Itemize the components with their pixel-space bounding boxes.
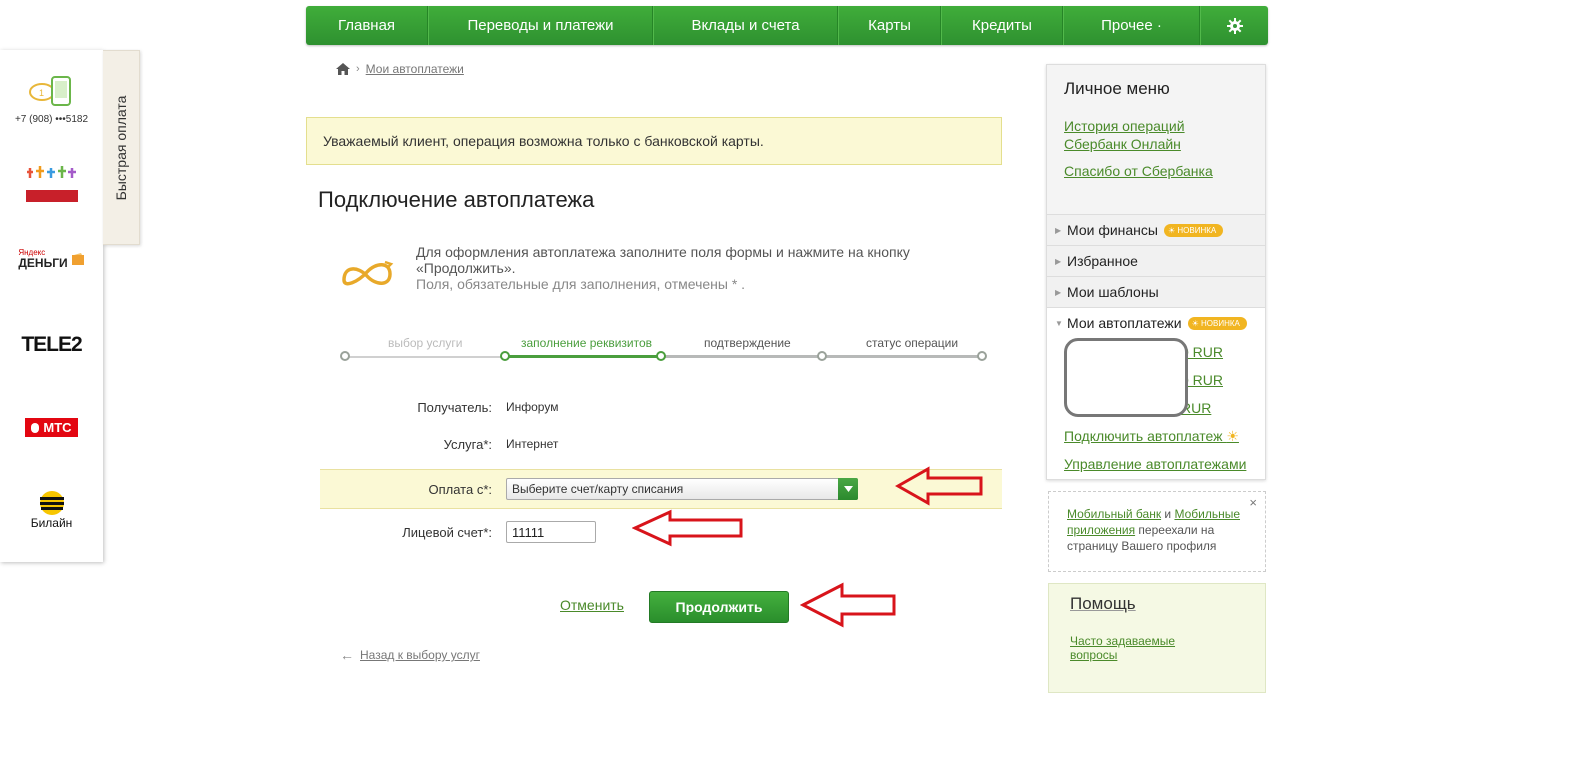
manage-autopay-link[interactable]: Управление автоплатежами [1064, 450, 1265, 478]
menu-item-finances-label: Мои финансы [1067, 222, 1158, 238]
intro-instructions: Для оформления автоплатежа заполните пол… [416, 244, 910, 276]
progress-steps: выбор услуги заполнение реквизитов подтв… [340, 336, 987, 366]
mobile-notice-and: и [1161, 507, 1175, 521]
account-input[interactable] [506, 521, 596, 543]
personal-menu-title: Личное меню [1064, 79, 1170, 98]
help-title[interactable]: Помощь [1070, 594, 1244, 614]
history-link[interactable]: История операций Сбербанк Онлайн [1064, 117, 1248, 153]
payfrom-select-value: Выберите счет/карту списания [512, 482, 684, 496]
nav-item-cards[interactable]: Карты [838, 6, 941, 45]
service-label: Услуга*: [443, 436, 492, 452]
step-dot [500, 351, 510, 361]
nav-item-deposits[interactable]: Вклады и счета [653, 6, 838, 45]
step-select-service: выбор услуги [388, 336, 463, 350]
menu-item-autopayments-label: Мои автоплатежи [1067, 315, 1182, 331]
step-line [345, 356, 505, 358]
chevron-right-icon: › [356, 63, 360, 75]
menu-item-favorites[interactable]: ▶ Избранное [1047, 246, 1265, 277]
annotation-arrow-icon [800, 582, 896, 628]
breadcrumb: › Мои автоплатежи [336, 62, 464, 76]
arrow-left-icon: ← [340, 647, 354, 663]
sun-icon: ☀ [1226, 428, 1239, 444]
recipient-value: Инфорум [506, 400, 559, 414]
continue-button[interactable]: Продолжить [649, 591, 789, 623]
mobile-bank-link[interactable]: Мобильный банк [1067, 507, 1161, 521]
settings-button[interactable] [1200, 6, 1268, 45]
mobile-phone-icon[interactable]: 1 [28, 76, 74, 111]
nav-item-credits[interactable]: Кредиты [941, 6, 1063, 45]
payfrom-label: Оплата с*: [428, 481, 492, 497]
quick-pay-panel: 1 +7 (908) •••5182 Яндекс ДЕНЬГИ TELE2 М… [0, 50, 103, 562]
annotation-arrow-icon [895, 466, 983, 506]
required-fields-note: Поля, обязательные для заполнения, отмеч… [416, 276, 746, 292]
beeline-label: Билайн [30, 516, 73, 530]
personal-menu: Личное меню История операций Сбербанк Он… [1046, 64, 1266, 480]
nav-item-home[interactable]: Главная [306, 6, 428, 45]
step-dot [340, 351, 350, 361]
card-only-notice: Уважаемый клиент, операция возможна толь… [306, 117, 1002, 165]
intro-text: Для оформления автоплатежа заполните пол… [416, 244, 976, 292]
service-row: Услуга*: Интернет [320, 434, 1002, 454]
mts-logo[interactable]: МТС [0, 418, 103, 437]
main-nav: Главная Переводы и платежи Вклады и счет… [306, 6, 1268, 45]
triangle-right-icon: ▶ [1055, 225, 1062, 235]
step-line [661, 355, 822, 358]
help-box: Помощь Часто задаваемые вопросы [1048, 583, 1266, 693]
menu-item-favorites-label: Избранное [1067, 253, 1138, 269]
breadcrumb-autopayments-link[interactable]: Мои автоплатежи [366, 62, 464, 76]
menu-item-autopayments[interactable]: ▼ Мои автоплатежи ☀ НОВИНКА [1055, 308, 1265, 338]
recipient-label: Получатель: [417, 399, 492, 415]
step-confirm: подтверждение [704, 336, 791, 350]
home-icon[interactable] [336, 63, 350, 75]
faq-link[interactable]: Часто задаваемые вопросы [1070, 634, 1190, 662]
step-status: статус операции [866, 336, 959, 350]
triangle-right-icon: ▶ [1055, 287, 1062, 297]
connect-autopay-link[interactable]: Подключить автоплатеж ☀ [1064, 422, 1265, 450]
payfrom-select[interactable]: Выберите счет/карту списания [506, 478, 858, 500]
step-fill-details: заполнение реквизитов [521, 336, 653, 350]
back-link-row: ← Назад к выбору услуг [340, 647, 480, 663]
step-line-active [505, 355, 661, 358]
spasibo-link[interactable]: Спасибо от Сбербанка [1064, 162, 1248, 180]
menu-item-templates-label: Мои шаблоны [1067, 284, 1159, 300]
triangle-down-icon: ▼ [1055, 318, 1063, 328]
service-value: Интернет [506, 437, 559, 451]
quick-pay-tab-label: Быстрая оплата [113, 95, 129, 200]
autopay-infinity-icon [342, 260, 394, 286]
step-dot [977, 351, 987, 361]
new-badge: ☀ НОВИНКА [1187, 316, 1247, 330]
dropdown-arrow-icon[interactable] [838, 478, 858, 500]
step-dot [817, 351, 827, 361]
tele2-label: TELE2 [21, 333, 82, 356]
tele2-logo[interactable]: TELE2 [0, 333, 103, 357]
annotation-arrow-icon [632, 509, 743, 547]
redaction-box [1064, 338, 1188, 417]
page-title: Подключение автоплатежа [318, 187, 595, 212]
cancel-link[interactable]: Отменить [560, 597, 624, 613]
dengi-label: ДЕНЬГИ [18, 256, 68, 270]
account-label: Лицевой счет*: [402, 524, 492, 540]
step-line [822, 355, 982, 358]
close-icon[interactable]: × [1249, 495, 1257, 511]
mobile-bank-notice: × Мобильный банк и Мобильные приложения … [1048, 491, 1266, 572]
quick-pay-tab[interactable]: Быстрая оплата [103, 50, 140, 245]
menu-item-templates[interactable]: ▶ Мои шаблоны [1047, 277, 1265, 308]
recipient-row: Получатель: Инфорум [320, 397, 1002, 417]
gear-icon [1226, 17, 1243, 34]
new-badge: ☀ НОВИНКА [1163, 223, 1224, 237]
quick-pay-phone[interactable]: +7 (908) •••5182 [0, 114, 103, 125]
yandex-money-logo[interactable]: Яндекс ДЕНЬГИ [0, 248, 103, 269]
back-to-services-link[interactable]: Назад к выбору услуг [360, 648, 480, 662]
mts-label: МТС [25, 418, 78, 437]
nav-item-other[interactable]: Прочее · [1063, 6, 1200, 45]
triangle-right-icon: ▶ [1055, 256, 1062, 266]
step-dot [656, 351, 666, 361]
charity-logo[interactable] [0, 162, 103, 206]
svg-text:1: 1 [39, 88, 44, 98]
beeline-logo[interactable]: Билайн [0, 490, 103, 530]
beeline-icon [39, 491, 64, 515]
menu-item-finances[interactable]: ▶ Мои финансы ☀ НОВИНКА [1047, 215, 1265, 246]
nav-item-transfers[interactable]: Переводы и платежи [428, 6, 653, 45]
